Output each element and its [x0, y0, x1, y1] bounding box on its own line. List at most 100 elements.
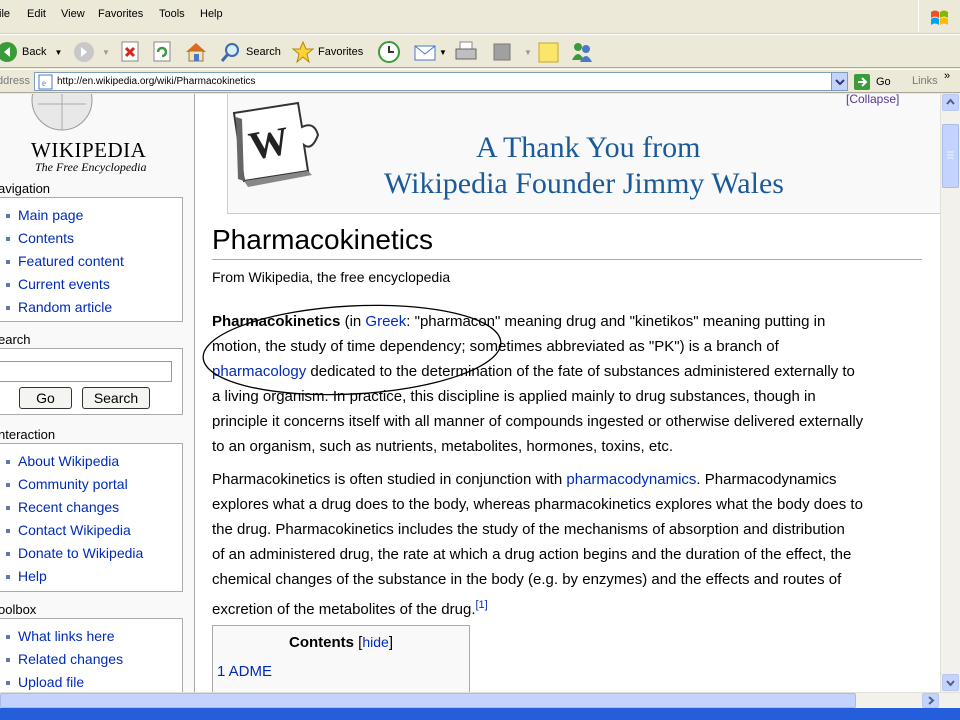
stop-button[interactable]	[121, 39, 141, 65]
windows-logo-icon	[918, 0, 960, 32]
scroll-thumb[interactable]	[942, 124, 959, 188]
favorites-button[interactable]: Favorites	[291, 39, 363, 65]
go-search-button[interactable]: Go	[19, 387, 72, 409]
main-content: W [Collapse] A Thank You from Wikipedia …	[194, 94, 940, 692]
toc-hide-link[interactable]: hide	[362, 634, 388, 650]
horizontal-scrollbar[interactable]	[0, 692, 960, 708]
go-label: Go	[876, 75, 891, 88]
nav-random-article[interactable]: Random article	[18, 299, 112, 315]
note-icon	[538, 42, 559, 63]
ref-1-link[interactable]: [1]	[476, 599, 488, 611]
fundraising-banner: W [Collapse] A Thank You from Wikipedia …	[227, 94, 940, 214]
address-dropdown-icon[interactable]	[831, 73, 847, 90]
go-button[interactable]: Go	[853, 72, 891, 91]
menu-bar: ile Edit View Favorites Tools Help	[0, 0, 960, 34]
puzzle-piece-icon: W	[232, 101, 320, 187]
scroll-down-button[interactable]	[942, 674, 959, 691]
p2-line-2: explores what a drug does to the body, w…	[212, 496, 863, 513]
edit-icon	[493, 43, 511, 61]
address-label: ddress	[0, 75, 31, 87]
back-arrow-icon	[0, 42, 17, 62]
nav-what-links-here[interactable]: What links here	[18, 628, 114, 644]
p1-line-5: principle it concerns itself with all ma…	[212, 413, 864, 430]
edit-button[interactable]: ▼	[492, 39, 532, 65]
nav-contents[interactable]: Contents	[18, 230, 74, 246]
address-input[interactable]: e http://en.wikipedia.org/wiki/Pharmacok…	[34, 72, 848, 91]
mail-button[interactable]: ▼	[413, 39, 447, 65]
title-rule: Pharmacokinetics	[212, 224, 922, 260]
go-arrow-icon	[854, 73, 870, 90]
banner-line-2: Wikipedia Founder Jimmy Wales	[384, 167, 784, 200]
nav-related-changes[interactable]: Related changes	[18, 651, 123, 667]
wikipedia-logo[interactable]: 相 WIKIPEDIA The Free Encyclopedia	[0, 94, 190, 180]
menu-help[interactable]: Help	[200, 8, 223, 20]
refresh-icon	[153, 41, 171, 62]
menu-tools[interactable]: Tools	[159, 8, 185, 20]
print-button[interactable]	[453, 39, 479, 65]
messenger-icon	[572, 43, 592, 62]
navigation-portlet: Main page Contents Featured content Curr…	[0, 197, 183, 322]
toolbar: Back ▼ ▼ Search Favorites ▼ ▼	[0, 34, 960, 68]
link-pharmacodynamics[interactable]: pharmacodynamics	[566, 471, 696, 488]
nav-about-wikipedia[interactable]: About Wikipedia	[18, 453, 119, 469]
search-input[interactable]	[0, 361, 172, 382]
banner-collapse-link[interactable]: [Collapse]	[846, 94, 899, 106]
home-icon	[186, 43, 206, 62]
back-label: Back	[22, 46, 47, 58]
search-icon	[220, 43, 239, 62]
nav-upload-file[interactable]: Upload file	[18, 674, 84, 690]
address-url: http://en.wikipedia.org/wiki/Pharmacokin…	[57, 76, 256, 87]
nav-featured-content[interactable]: Featured content	[18, 253, 124, 269]
p2-line-1: Pharmacokinetics is often studied in con…	[212, 471, 837, 488]
scroll-up-button[interactable]	[942, 94, 959, 111]
navigation-heading: avigation	[0, 181, 51, 196]
menu-view[interactable]: View	[61, 8, 85, 20]
print-icon	[455, 41, 477, 60]
nav-current-events[interactable]: Current events	[18, 276, 110, 292]
back-button[interactable]: Back ▼	[0, 39, 62, 65]
home-button[interactable]	[184, 39, 208, 65]
nav-donate[interactable]: Donate to Wikipedia	[18, 545, 143, 561]
nav-help[interactable]: Help	[18, 568, 47, 584]
messenger-button[interactable]	[569, 39, 595, 65]
taskbar	[0, 708, 960, 720]
nav-main-page[interactable]: Main page	[18, 207, 83, 223]
vertical-scrollbar[interactable]	[940, 94, 960, 692]
globe-puzzle-icon: 相	[31, 94, 93, 131]
svg-text:W: W	[245, 118, 292, 169]
search-heading: earch	[0, 332, 31, 347]
fulltext-search-button[interactable]: Search	[82, 387, 150, 409]
menu-edit[interactable]: Edit	[27, 8, 46, 20]
hscroll-thumb[interactable]	[0, 693, 856, 708]
site-sub: From Wikipedia, the free encyclopedia	[212, 269, 451, 285]
interaction-portlet: About Wikipedia Community portal Recent …	[0, 443, 183, 592]
menu-file[interactable]: ile	[0, 8, 10, 20]
links-button[interactable]: Links	[912, 75, 938, 87]
nav-recent-changes[interactable]: Recent changes	[18, 499, 119, 515]
back-dropdown-icon[interactable]: ▼	[54, 48, 62, 57]
search-button[interactable]: Search	[219, 39, 281, 65]
edit-dropdown-icon[interactable]: ▼	[524, 48, 532, 57]
history-button[interactable]	[376, 39, 402, 65]
toc-box: Contents [hide] 1 ADME	[212, 625, 470, 692]
forward-button[interactable]: ▼	[72, 39, 110, 65]
p2-line-5: chemical changes of the substance in the…	[212, 571, 842, 588]
p2-line-3: the drug. Pharmacokinetics includes the …	[212, 521, 845, 538]
history-icon	[378, 41, 400, 63]
links-chevron-icon[interactable]: »	[944, 70, 950, 82]
mail-dropdown-icon[interactable]: ▼	[439, 48, 447, 57]
menu-favorites[interactable]: Favorites	[98, 8, 143, 20]
scroll-right-button[interactable]	[922, 693, 939, 708]
address-bar: ddress e http://en.wikipedia.org/wiki/Ph…	[0, 69, 960, 93]
nav-community-portal[interactable]: Community portal	[18, 476, 128, 492]
refresh-button[interactable]	[152, 39, 174, 65]
p2-line-4: of an administered drug, the rate at whi…	[212, 546, 852, 563]
forward-dropdown-icon[interactable]: ▼	[102, 48, 110, 57]
discuss-button[interactable]	[537, 39, 561, 65]
toc-item-adme[interactable]: 1 ADME	[217, 663, 272, 680]
nav-contact-wikipedia[interactable]: Contact Wikipedia	[18, 522, 131, 538]
mail-icon	[414, 45, 436, 61]
banner-line-1: A Thank You from	[476, 131, 701, 164]
toolbox-heading: oolbox	[0, 602, 37, 617]
annotation-ellipse	[202, 304, 502, 396]
